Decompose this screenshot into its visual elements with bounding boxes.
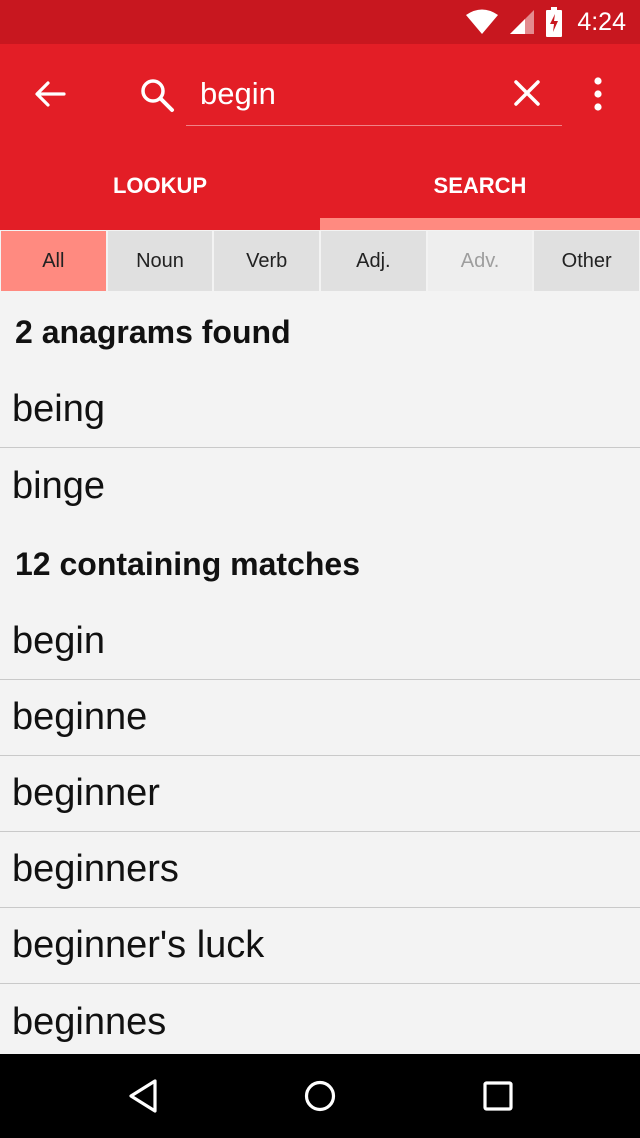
list-item[interactable]: being	[0, 372, 640, 448]
nav-bar	[0, 1054, 640, 1138]
results-list: 2 anagrams found being binge 12 containi…	[0, 292, 640, 1054]
tab-search[interactable]: SEARCH	[320, 148, 640, 224]
wifi-icon	[466, 9, 499, 34]
nav-recent-icon[interactable]	[476, 1074, 520, 1118]
search-input[interactable]: begin	[186, 68, 562, 126]
battery-charging-icon	[546, 7, 563, 37]
search-input-value: begin	[200, 76, 276, 111]
tab-lookup[interactable]: LOOKUP	[0, 148, 320, 224]
toolbar: begin LOOKUP SEARCH	[0, 44, 640, 230]
clear-icon[interactable]	[508, 74, 546, 112]
list-item[interactable]: beginne	[0, 680, 640, 756]
filter-other[interactable]: Other	[534, 231, 640, 291]
back-button[interactable]	[30, 74, 70, 114]
more-vert-icon[interactable]	[582, 74, 614, 114]
list-item[interactable]: beginners	[0, 832, 640, 908]
status-icons: 4:24	[465, 0, 626, 44]
list-item[interactable]: beginner	[0, 756, 640, 832]
nav-home-icon[interactable]	[298, 1074, 342, 1118]
anagrams-header: 2 anagrams found	[15, 313, 291, 350]
filter-all[interactable]: All	[1, 231, 106, 291]
list-item[interactable]: begin	[0, 604, 640, 680]
filter-adj[interactable]: Adj.	[321, 231, 426, 291]
pos-filter-bar: All Noun Verb Adj. Adv. Other	[0, 230, 640, 292]
search-icon	[141, 79, 174, 112]
list-item[interactable]: binge	[0, 448, 640, 524]
list-item[interactable]: beginner's luck	[0, 908, 640, 984]
containing-header: 12 containing matches	[15, 545, 360, 582]
status-bar: 4:24	[0, 0, 640, 44]
list-item[interactable]: beginnes	[0, 984, 640, 1054]
nav-back-icon[interactable]	[122, 1074, 166, 1118]
filter-verb[interactable]: Verb	[214, 231, 320, 291]
filter-adv: Adv.	[427, 231, 533, 291]
filter-noun[interactable]: Noun	[107, 231, 213, 291]
tab-indicator	[320, 218, 640, 230]
back-arrow-icon	[35, 81, 66, 107]
signal-icon	[510, 10, 535, 34]
status-time: 4:24	[577, 7, 626, 36]
